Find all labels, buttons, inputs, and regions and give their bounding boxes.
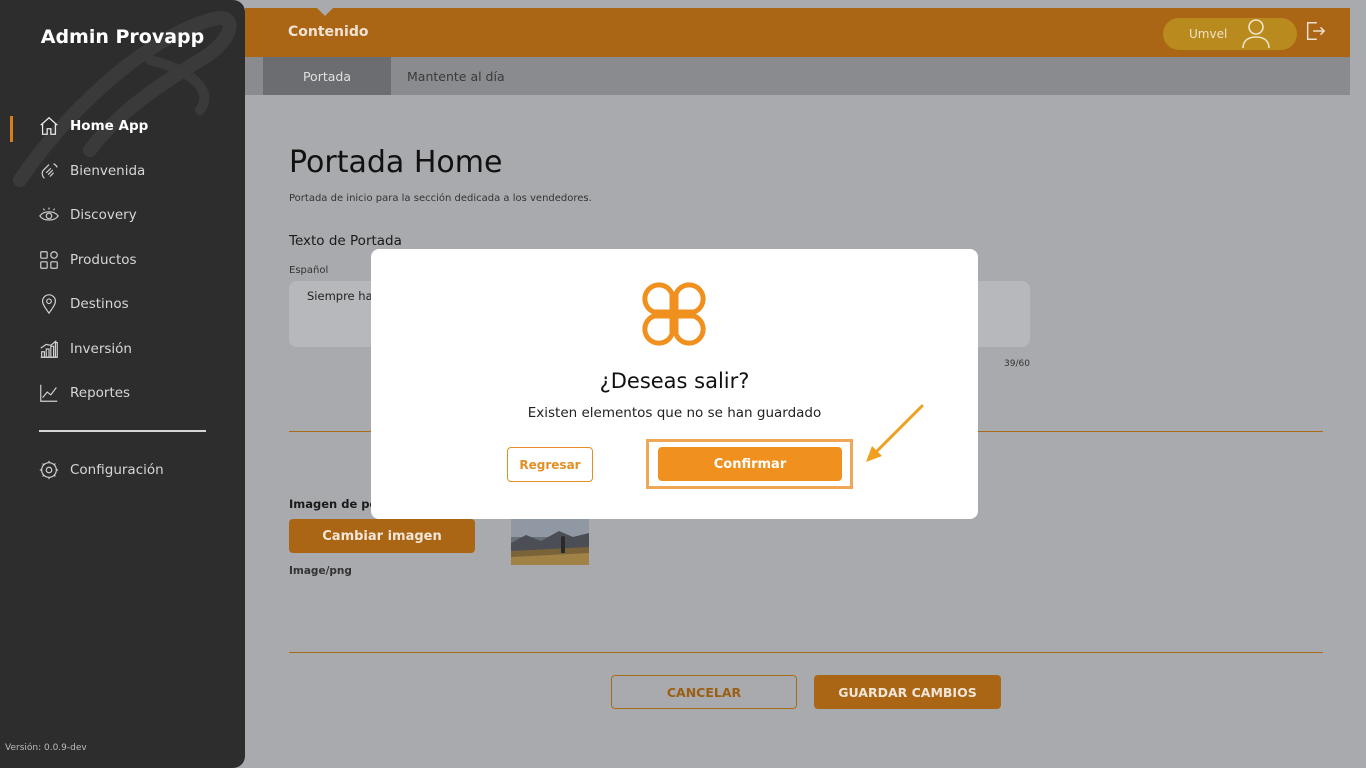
tab-portada[interactable]: Portada [263, 57, 391, 95]
sidebar-item-label: Configuración [70, 462, 164, 478]
sidebar-item-bienvenida[interactable]: Bienvenida [38, 156, 145, 186]
user-name: Umvel [1189, 27, 1228, 41]
app-brand: Admin Provapp [40, 26, 205, 48]
sidebar-item-label: Destinos [70, 296, 129, 312]
hand-wave-icon [41, 163, 58, 179]
sidebar-item-label: Reportes [70, 385, 131, 401]
language-label: Español [289, 265, 329, 276]
sidebar-item-label: Home App [70, 118, 149, 134]
page-title: Portada Home [289, 145, 503, 180]
sidebar-item-configuracion[interactable]: Configuración [38, 455, 164, 485]
home-icon [40, 116, 58, 135]
user-avatar-icon [1242, 19, 1270, 49]
active-indicator [10, 116, 13, 142]
cover-image-thumbnail [511, 517, 589, 565]
sidebar-item-home-app[interactable]: Home App [38, 111, 148, 141]
cancel-button[interactable]: CANCELAR [611, 675, 797, 709]
change-image-button[interactable]: Cambiar imagen [289, 519, 475, 553]
bar-chart-icon [40, 340, 58, 358]
user-menu[interactable]: Umvel [1163, 18, 1297, 50]
sidebar: Admin Provapp Home App Bienvenida Discov… [0, 0, 245, 768]
image-label: Imagen de po [289, 497, 378, 511]
gear-icon [39, 460, 59, 480]
clover-logo-icon [642, 282, 706, 346]
eye-icon [39, 207, 59, 221]
logout-icon[interactable] [1304, 20, 1326, 42]
section-notch [317, 8, 333, 16]
save-changes-button[interactable]: GUARDAR CAMBIOS [814, 675, 1001, 709]
version-label: Versión: 0.0.9-dev [5, 743, 87, 753]
sidebar-item-label: Bienvenida [70, 163, 146, 179]
sidebar-item-label: Inversión [70, 341, 132, 357]
sidebar-item-reportes[interactable]: Reportes [38, 378, 130, 408]
grid-icon [40, 251, 58, 269]
text-section-label: Texto de Portada [289, 233, 402, 249]
sidebar-item-label: Discovery [70, 207, 137, 223]
sidebar-item-inversion[interactable]: Inversión [38, 334, 132, 364]
page-subtitle: Portada de inicio para la sección dedica… [289, 193, 592, 204]
back-button[interactable]: Regresar [507, 447, 593, 482]
sidebar-item-label: Productos [70, 252, 137, 268]
image-type-label: Image/png [289, 565, 352, 577]
sidebar-item-productos[interactable]: Productos [38, 245, 137, 275]
exit-confirm-dialog: ¿Deseas salir? Existen elementos que no … [371, 249, 978, 519]
section-title: Contenido [288, 24, 369, 40]
map-pin-icon [41, 294, 57, 315]
footer-divider [289, 652, 1323, 653]
pointer-arrow-icon [866, 404, 924, 462]
dialog-title: ¿Deseas salir? [599, 369, 750, 393]
sidebar-item-discovery[interactable]: Discovery [38, 200, 137, 230]
top-bar: Contenido Umvel [245, 8, 1350, 57]
sidebar-item-destinos[interactable]: Destinos [38, 289, 129, 319]
sidebar-divider [39, 430, 206, 432]
content-tabs: Portada Mantente al día [245, 57, 1350, 95]
line-chart-icon [40, 384, 58, 402]
confirm-button[interactable]: Confirmar [658, 447, 842, 481]
char-counter: 39/60 [1004, 359, 1030, 369]
tab-mantente-al-dia[interactable]: Mantente al día [407, 57, 507, 95]
